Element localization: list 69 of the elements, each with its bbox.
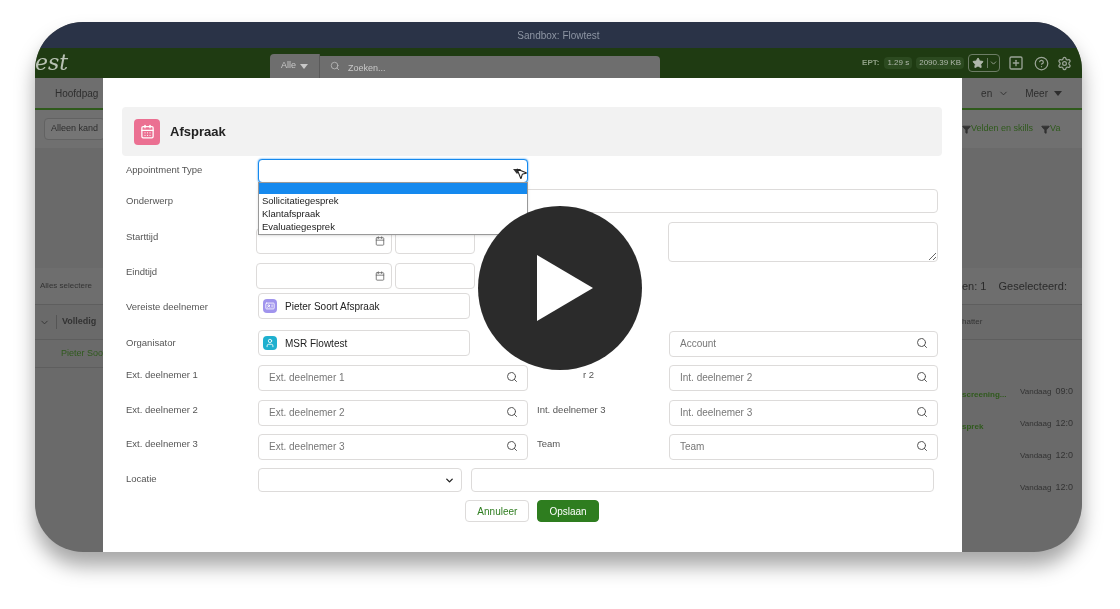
add-icon[interactable] xyxy=(1008,55,1024,71)
lookup-pill[interactable]: MSR Flowtest xyxy=(258,330,470,356)
lookup-field[interactable]: Ext. deelnemer 1 xyxy=(258,364,528,391)
dropdown-option[interactable]: Klantafspraak xyxy=(259,207,324,220)
page-size: 2090.39 KB xyxy=(916,57,964,69)
count-text: Geselecteerd: xyxy=(998,278,1067,294)
filter-icon xyxy=(1041,124,1051,134)
search-field[interactable]: Zoeken... xyxy=(320,56,660,80)
calendar-icon xyxy=(375,271,385,281)
lookup-pill[interactable]: Pieter Soort Afspraak xyxy=(258,293,470,319)
filter-link[interactable]: Va xyxy=(1041,122,1061,136)
cursor-icon xyxy=(515,167,528,180)
dialog-title: Afspraak xyxy=(170,122,226,141)
nav-item[interactable]: en xyxy=(981,85,1010,101)
filter-link[interactable]: Velden en skills xyxy=(962,122,1034,136)
lookup-field[interactable]: Ext. deelnemer 3 xyxy=(258,433,528,460)
help-icon[interactable] xyxy=(1034,55,1049,71)
search-icon xyxy=(506,406,518,418)
lookup-field[interactable]: Team xyxy=(669,433,938,460)
contact-card-icon xyxy=(263,299,277,313)
field-label: Ext. deelnemer 2 xyxy=(126,403,199,417)
field-label: Appointment Type xyxy=(126,163,204,177)
field-label: Eindtijd xyxy=(126,265,159,279)
window-title: Sandbox: Flowtest xyxy=(517,28,600,43)
calendar-icon xyxy=(134,118,160,145)
field-label: Locatie xyxy=(126,472,158,486)
search-icon xyxy=(916,440,928,452)
filter-icon xyxy=(962,124,971,134)
user-icon xyxy=(263,336,277,350)
search-icon xyxy=(916,406,928,418)
field-label: Ext. deelnemer 3 xyxy=(126,437,199,451)
field-label: Vereiste deelnemer xyxy=(126,300,209,314)
count-text: en: 1 xyxy=(962,278,987,294)
calendar-icon xyxy=(375,236,385,246)
logo-text: est xyxy=(35,52,70,74)
lookup-field[interactable]: Ext. deelnemer 2 xyxy=(258,399,528,426)
search-icon xyxy=(506,371,518,383)
lookup-field[interactable]: Account xyxy=(669,330,938,357)
star-icon xyxy=(972,57,984,69)
field-label: Onderwerp xyxy=(126,194,174,208)
search-icon xyxy=(916,371,928,383)
nav-item[interactable]: Hoofdpag xyxy=(55,85,99,101)
nav-item[interactable]: Meer xyxy=(1025,85,1062,101)
search-icon xyxy=(330,61,340,71)
search-icon xyxy=(506,440,518,452)
time-field[interactable] xyxy=(395,263,475,289)
filter-button[interactable]: Alleen kand xyxy=(44,118,106,140)
dropdown-option[interactable]: Sollicitatiegesprek xyxy=(259,194,342,207)
save-button[interactable]: Opslaan xyxy=(537,500,599,522)
lookup-field[interactable]: Int. deelnemer 2 xyxy=(669,364,938,391)
field-label: Starttijd xyxy=(126,230,160,244)
search-scope-button[interactable]: Alle xyxy=(270,54,320,78)
play-icon xyxy=(537,255,593,321)
favorites-button[interactable] xyxy=(968,54,1000,72)
field-label: Int. deelnemer 3 xyxy=(537,403,607,417)
field-label: Ext. deelnemer 1 xyxy=(126,368,199,382)
field-label: r 2 xyxy=(582,368,596,382)
dropdown-option[interactable]: Evaluatiegesprek xyxy=(259,220,338,233)
settings-icon[interactable] xyxy=(1057,55,1072,71)
date-field[interactable] xyxy=(256,263,392,289)
ept-time: 1.29 s xyxy=(884,57,913,69)
ept-label: EPT: xyxy=(862,57,880,69)
cancel-button[interactable]: Annuleer xyxy=(465,500,530,522)
field-label: Team xyxy=(537,437,562,451)
search-icon xyxy=(916,337,928,349)
appointment-type-select[interactable] xyxy=(258,159,528,183)
lookup-field[interactable]: Int. deelnemer 3 xyxy=(669,399,938,426)
field-label: Organisator xyxy=(126,336,177,350)
location-field[interactable] xyxy=(471,468,934,492)
